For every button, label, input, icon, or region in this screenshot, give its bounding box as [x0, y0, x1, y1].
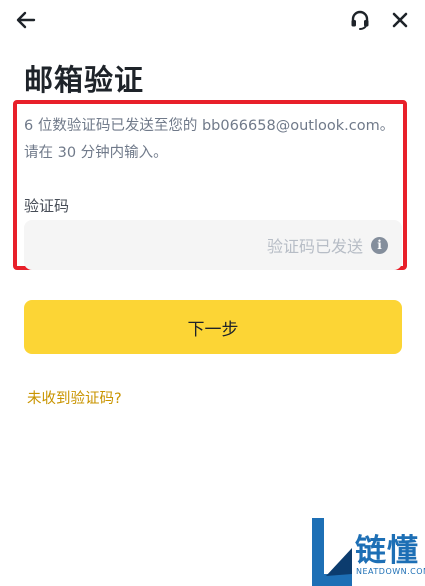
watermark-l-icon	[312, 518, 352, 586]
code-status-text: 验证码已发送	[266, 237, 363, 256]
page-title: 邮箱验证	[24, 63, 145, 97]
close-icon	[392, 12, 408, 28]
info-icon[interactable]: i	[371, 236, 388, 254]
close-button[interactable]	[386, 6, 414, 34]
code-input[interactable]: 验证码已发送 i	[24, 220, 402, 270]
code-label: 验证码	[24, 197, 70, 215]
watermark-subtext: NEATDOWN.COM	[356, 567, 425, 576]
description-line-2: 请在 30 分钟内输入。	[24, 145, 168, 161]
verification-description: 6 位数验证码已发送至您的 bb066658@outlook.com。 请在 3…	[24, 113, 402, 167]
next-button[interactable]: 下一步	[24, 300, 402, 354]
watermark-logo: 链懂 NEATDOWN.COM	[312, 518, 425, 586]
resend-code-link[interactable]: 未收到验证码?	[27, 387, 122, 408]
arrow-left-icon	[16, 11, 36, 29]
headset-icon	[351, 10, 369, 30]
support-button[interactable]	[346, 6, 374, 34]
watermark-text: 链懂	[355, 533, 419, 569]
description-line-1: 6 位数验证码已发送至您的 bb066658@outlook.com。	[24, 118, 395, 134]
back-button[interactable]	[12, 6, 40, 34]
